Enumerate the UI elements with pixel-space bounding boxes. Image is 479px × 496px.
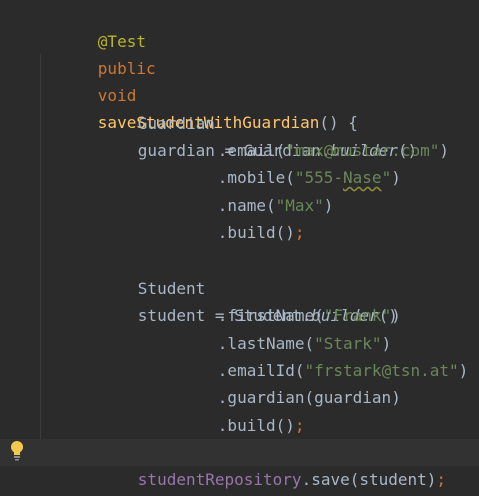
- code-line-5[interactable]: .email("max@mustar.com"): [0, 110, 479, 160]
- code-line-9[interactable]: [0, 219, 479, 246]
- code-line-15[interactable]: .build();: [0, 385, 479, 435]
- code-line-18[interactable]: }: [0, 467, 479, 494]
- code-line-13[interactable]: .emailId("frstark@tsn.at"): [0, 330, 479, 380]
- code-line-4[interactable]: Guardian guardian = Guardian.builder(): [0, 83, 479, 160]
- code-line-17-current[interactable]: studentRepository.save(student);: [0, 439, 479, 489]
- code-editor[interactable]: @Test public void saveStudentWithGuardia…: [0, 0, 479, 496]
- code-line-10[interactable]: Student student = Student.builder(): [0, 248, 479, 325]
- code-line-2[interactable]: public void saveStudentWithGuardian() {: [0, 28, 479, 132]
- code-line-7[interactable]: .name("Max"): [0, 165, 479, 215]
- code-line-12[interactable]: .lastName("Stark"): [0, 303, 479, 353]
- code-line-1[interactable]: @Test: [0, 1, 479, 51]
- code-line-6[interactable]: .mobile("555-Nase"): [0, 137, 479, 187]
- code-line-3[interactable]: [0, 55, 479, 82]
- code-line-8[interactable]: .build();: [0, 192, 479, 242]
- lightbulb-icon[interactable]: [10, 440, 24, 462]
- code-line-16[interactable]: [0, 412, 479, 439]
- code-line-11[interactable]: .firstName("Frank"): [0, 275, 479, 325]
- code-line-14[interactable]: .guardian(guardian): [0, 357, 479, 407]
